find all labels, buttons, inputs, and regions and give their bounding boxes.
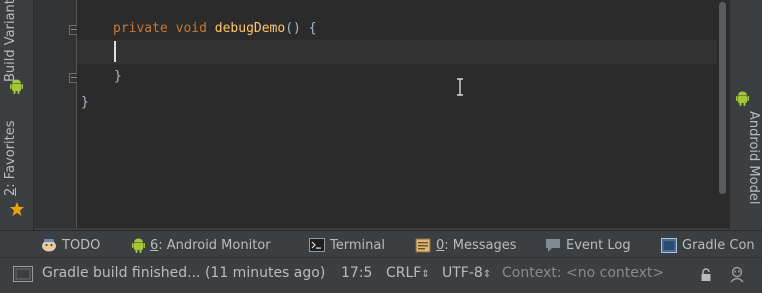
android-model-tab[interactable]: Android Model	[746, 111, 761, 204]
todo-tab[interactable]: TODO	[41, 235, 100, 255]
console-icon	[661, 237, 677, 253]
android-icon	[132, 238, 145, 253]
code-punctuation: () {	[285, 21, 317, 36]
right-tool-strip: Android Model	[729, 0, 762, 230]
encoding-selector[interactable]: UTF-8⇕	[442, 263, 491, 285]
terminal-label: Terminal	[330, 237, 385, 253]
code-editor[interactable]: private void debugDemo() { } }	[77, 0, 717, 228]
terminal-tab[interactable]: Terminal	[309, 235, 385, 255]
status-bar: Gradle build finished... (11 minutes ago…	[0, 257, 762, 293]
lock-icon[interactable]	[700, 268, 712, 282]
android-model-label: Android Model	[746, 111, 761, 205]
messages-icon	[415, 238, 431, 253]
todo-icon	[41, 238, 57, 252]
build-variants-label: Build Variants	[3, 0, 18, 82]
current-line-highlight	[77, 40, 717, 64]
android-icon	[736, 91, 749, 106]
encoding-value: UTF-8	[442, 265, 483, 281]
keyword-private: private	[113, 21, 168, 36]
updown-arrow-icon: ⇕	[421, 269, 430, 280]
line-separator-selector[interactable]: CRLF⇕	[386, 263, 430, 285]
left-tool-strip: Build Variants 2: Favorites	[0, 0, 34, 230]
todo-label: TODO	[62, 237, 101, 253]
event-log-label: Event Log	[566, 237, 631, 253]
event-log-tab[interactable]: Event Log	[545, 235, 631, 255]
speech-bubble-icon	[545, 238, 561, 253]
status-message[interactable]: Gradle build finished... (11 minutes ago…	[42, 263, 325, 283]
editor-scrollbar[interactable]	[717, 0, 729, 228]
line-separator-value: CRLF	[386, 265, 422, 281]
messages-label: : Messages	[444, 237, 517, 253]
code-line-close-method: }	[114, 69, 122, 84]
favorites-tab[interactable]: 2: Favorites	[3, 120, 18, 196]
tool-window-bar: TODO 6: Android Monitor Terminal 0: Mess…	[0, 230, 762, 258]
favorites-number: 2	[3, 187, 18, 196]
android-monitor-tab[interactable]: 6: Android Monitor	[132, 235, 271, 255]
android-icon	[10, 79, 23, 94]
terminal-icon	[309, 238, 325, 252]
build-variants-tab[interactable]: Build Variants	[3, 0, 18, 82]
updown-arrow-icon: ⇕	[482, 269, 492, 280]
code-line-close-class: }	[81, 95, 89, 110]
android-monitor-label: : Android Monitor	[158, 237, 271, 253]
caret-position[interactable]: 17:5	[341, 263, 372, 283]
messages-tab[interactable]: 0: Messages	[415, 235, 517, 255]
favorites-label: : Favorites	[3, 120, 18, 188]
text-caret	[114, 41, 116, 62]
tool-windows-toggle-icon[interactable]	[13, 266, 33, 282]
editor-gutter	[34, 0, 79, 228]
gradle-console-tab[interactable]: Gradle Con	[661, 235, 755, 255]
star-icon	[9, 201, 25, 217]
gradle-console-label: Gradle Con	[682, 237, 755, 253]
ibeam-cursor-icon	[455, 78, 465, 96]
scrollbar-thumb[interactable]	[719, 2, 726, 194]
hector-inspector-icon[interactable]	[728, 265, 746, 283]
keyword-void: void	[175, 21, 207, 36]
context-indicator[interactable]: Context: <no context>	[502, 263, 664, 283]
method-name: debugDemo	[214, 21, 286, 36]
code-line-method-declaration: private void debugDemo() {	[113, 21, 317, 36]
